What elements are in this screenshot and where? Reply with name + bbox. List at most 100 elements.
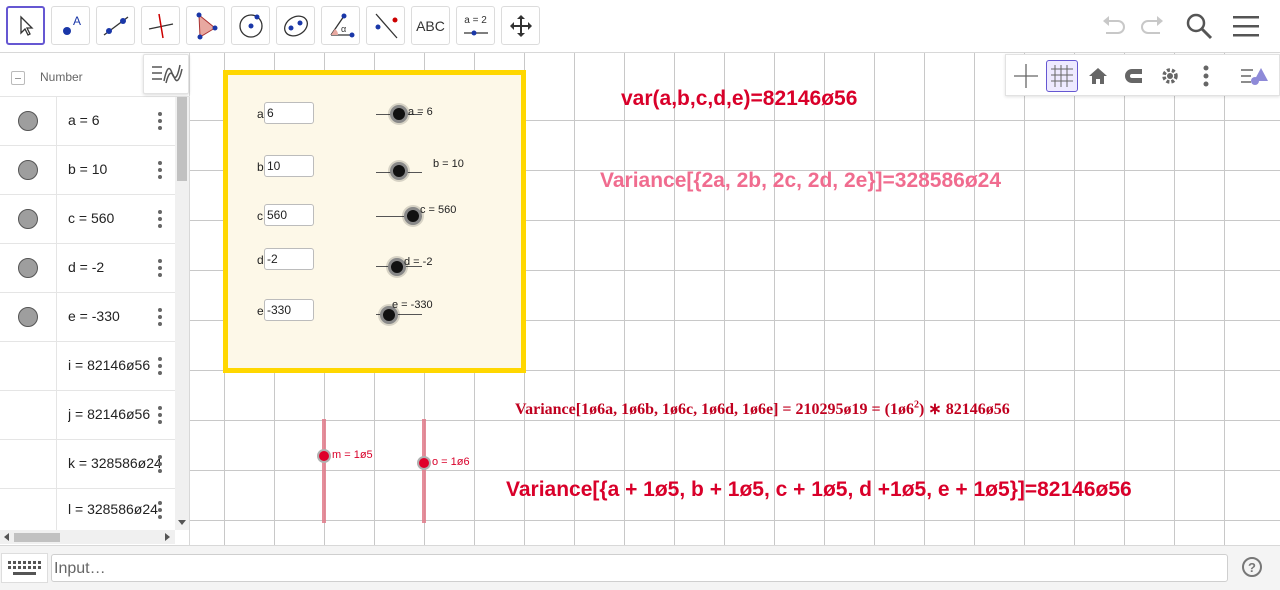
- input-box-d[interactable]: -2: [264, 248, 314, 270]
- style-bar-toggle-icon: [1241, 68, 1268, 85]
- style-bar-toggle[interactable]: [1238, 60, 1270, 92]
- move-graphics-tool[interactable]: [501, 6, 540, 45]
- point-capturing-button[interactable]: [1118, 60, 1150, 92]
- help-icon[interactable]: ?: [1242, 557, 1262, 577]
- magnet-icon: [1125, 69, 1142, 83]
- algebra-row-j[interactable]: j = 82146ø56: [0, 391, 175, 440]
- perpendicular-tool[interactable]: [141, 6, 180, 45]
- algebra-item-text: l = 328586ø24: [68, 501, 158, 517]
- text-tool[interactable]: ABC: [411, 6, 450, 45]
- more-vert-icon[interactable]: [156, 354, 164, 378]
- visibility-toggle[interactable]: [18, 111, 38, 131]
- more-vert-icon[interactable]: [156, 305, 164, 329]
- slider-handle-o[interactable]: [417, 456, 431, 470]
- algebra-row-k[interactable]: k = 328586ø24: [0, 440, 175, 489]
- settings-gear-icon: [1162, 68, 1178, 84]
- graphics-settings-button[interactable]: [1154, 60, 1186, 92]
- scrollbar-thumb[interactable]: [14, 533, 60, 542]
- slider-label-o: o = 1ø6: [432, 456, 470, 468]
- input-label-a: a: [257, 107, 264, 121]
- perpendicular-line-icon: [148, 13, 173, 38]
- point-icon: A: [62, 14, 81, 35]
- axes-toggle[interactable]: [1010, 60, 1042, 92]
- algebra-style-button[interactable]: [143, 54, 189, 94]
- input-box-a[interactable]: 6: [264, 102, 314, 124]
- visibility-toggle[interactable]: [18, 160, 38, 180]
- main-toolbar: A α ABC a = 2: [0, 0, 1280, 53]
- input-label-b: b: [257, 160, 264, 174]
- more-vert-icon[interactable]: [156, 403, 164, 427]
- more-vert-icon[interactable]: [156, 256, 164, 280]
- algebra-row-c[interactable]: c = 560: [0, 195, 175, 244]
- input-label-d: d: [257, 253, 264, 267]
- move-graphics-icon: [509, 14, 532, 37]
- slider-label-e: e = -330: [392, 299, 433, 311]
- algebra-item-text: e = -330: [68, 308, 120, 324]
- slider-handle-a[interactable]: [390, 105, 408, 123]
- scroll-right-arrow-icon[interactable]: [162, 530, 172, 544]
- reflect-tool[interactable]: [366, 6, 405, 45]
- sort-label[interactable]: Number: [40, 70, 83, 84]
- svg-text:α: α: [341, 24, 346, 34]
- ellipse-tool[interactable]: [276, 6, 315, 45]
- slider-label-m: m = 1ø5: [332, 449, 373, 461]
- undo-icon: [1103, 16, 1125, 34]
- algebra-row-l[interactable]: l = 328586ø24: [0, 489, 175, 530]
- search-button[interactable]: [1183, 10, 1215, 42]
- collapse-toggle[interactable]: [11, 71, 25, 85]
- grid-toggle[interactable]: [1046, 60, 1078, 92]
- input-label-c: c: [257, 209, 263, 223]
- move-tool[interactable]: [6, 6, 45, 45]
- visibility-toggle[interactable]: [18, 209, 38, 229]
- slider-icon: [464, 30, 488, 36]
- keyboard-button[interactable]: [1, 553, 48, 583]
- graphics-style-bar: [1005, 54, 1280, 96]
- reflect-about-line-icon: [375, 13, 397, 38]
- algebra-horizontal-scrollbar[interactable]: [0, 530, 175, 544]
- algebra-vertical-scrollbar[interactable]: [175, 97, 189, 530]
- menu-icon: [1233, 16, 1259, 37]
- algebra-row-b[interactable]: b = 10: [0, 146, 175, 195]
- visibility-toggle[interactable]: [18, 307, 38, 327]
- undo-button[interactable]: [1098, 10, 1130, 42]
- scrollbar-thumb[interactable]: [177, 97, 187, 181]
- circle-tool[interactable]: [231, 6, 270, 45]
- algebra-row-e[interactable]: e = -330: [0, 293, 175, 342]
- algebra-item-text: k = 328586ø24: [68, 455, 160, 471]
- more-options-button[interactable]: [1190, 60, 1222, 92]
- ellipse-icon: [283, 15, 308, 36]
- visibility-toggle[interactable]: [18, 258, 38, 278]
- point-tool[interactable]: A: [51, 6, 90, 45]
- more-vert-icon[interactable]: [156, 452, 164, 476]
- input-box-c[interactable]: 560: [264, 204, 314, 226]
- more-vert-icon: [1203, 65, 1209, 87]
- slider-handle-m[interactable]: [317, 449, 331, 463]
- angle-tool[interactable]: α: [321, 6, 360, 45]
- algebra-row-d[interactable]: d = -2: [0, 244, 175, 293]
- algebra-row-i[interactable]: i = 82146ø56: [0, 342, 175, 391]
- scroll-down-arrow-icon[interactable]: [175, 517, 189, 527]
- input-field[interactable]: Input…: [51, 554, 1228, 582]
- line-tool[interactable]: [96, 6, 135, 45]
- more-vert-icon[interactable]: [156, 498, 164, 522]
- redo-button[interactable]: [1136, 10, 1168, 42]
- menu-button[interactable]: [1230, 10, 1262, 42]
- slider-label-b: b = 10: [433, 158, 464, 170]
- keyboard-icon: [8, 561, 41, 575]
- algebra-item-text: b = 10: [68, 161, 108, 177]
- equation-variance-scaled-lhs: Variance[1ø6a, 1ø6b, 1ø6c, 1ø6d, 1ø6e] =…: [515, 401, 914, 418]
- more-vert-icon[interactable]: [156, 109, 164, 133]
- graphics-view[interactable]: a 6 a = 6 b 10 b = 10 c 560 c = 560 d -2…: [190, 53, 1280, 545]
- slider-handle-b[interactable]: [390, 162, 408, 180]
- input-box-e[interactable]: -330: [264, 299, 314, 321]
- more-vert-icon[interactable]: [156, 158, 164, 182]
- more-vert-icon[interactable]: [156, 207, 164, 231]
- slider-label-d: d = -2: [404, 256, 433, 268]
- input-box-b[interactable]: 10: [264, 155, 314, 177]
- slider-tool[interactable]: a = 2: [456, 6, 495, 45]
- polygon-tool[interactable]: [186, 6, 225, 45]
- standard-view-button[interactable]: [1082, 60, 1114, 92]
- scroll-left-arrow-icon[interactable]: [2, 530, 12, 544]
- algebra-item-text: j = 82146ø56: [68, 406, 151, 422]
- algebra-row-a[interactable]: a = 6: [0, 97, 175, 146]
